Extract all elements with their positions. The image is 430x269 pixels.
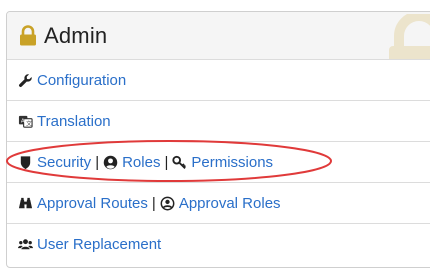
translation-icon: A 文: [18, 115, 33, 127]
permissions-link[interactable]: Permissions: [191, 154, 273, 171]
user-circle-outline-icon: [160, 196, 175, 210]
user-circle-icon: [103, 155, 118, 169]
svg-text:A: A: [21, 118, 25, 124]
shield-icon: [20, 155, 31, 169]
roles-link[interactable]: Roles: [122, 154, 160, 171]
security-link[interactable]: Security: [37, 154, 91, 171]
panel-title: Admin: [44, 22, 108, 48]
wrench-icon: [19, 73, 32, 87]
menu-row-translation: A 文 Translation: [7, 101, 430, 142]
approval-routes-link[interactable]: Approval Routes: [37, 195, 148, 212]
separator: |: [151, 194, 156, 212]
user-replacement-link[interactable]: User Replacement: [37, 236, 161, 253]
separator: |: [95, 153, 100, 171]
lock-watermark-icon: [389, 14, 430, 59]
panel-header: Admin: [7, 12, 430, 60]
key-icon: [172, 155, 187, 169]
users-icon: [18, 238, 33, 249]
menu-row-security: Security | Roles | Permissions: [7, 142, 430, 183]
configuration-link[interactable]: Configuration: [37, 72, 126, 89]
binoculars-icon: [18, 197, 33, 208]
svg-text:文: 文: [26, 119, 32, 127]
translation-link[interactable]: Translation: [37, 113, 111, 130]
menu-row-configuration: Configuration: [7, 60, 430, 101]
lock-icon: [20, 24, 36, 45]
admin-panel: Admin Configuration A 文 Translation Secu…: [6, 11, 430, 268]
separator: |: [164, 153, 169, 171]
menu-row-user-replacement: User Replacement: [7, 224, 430, 264]
approval-roles-link[interactable]: Approval Roles: [179, 195, 281, 212]
menu-row-approval: Approval Routes | Approval Roles: [7, 183, 430, 224]
